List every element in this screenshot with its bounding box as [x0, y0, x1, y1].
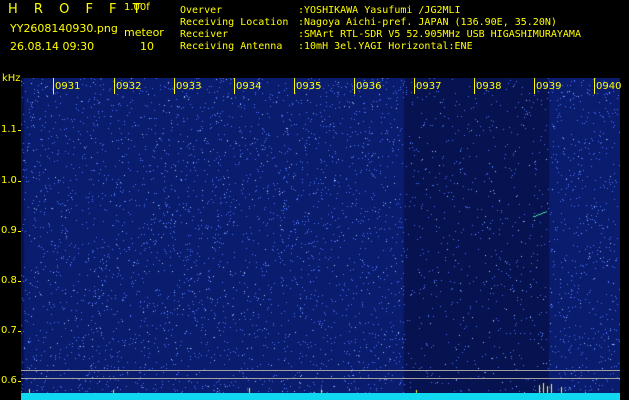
y-tick-label: 0.7	[1, 325, 17, 336]
image-filename: YY2608140930.png	[10, 22, 118, 35]
reference-line	[21, 378, 620, 379]
y-tick-label: 0.6	[1, 375, 17, 386]
capture-datetime: 26.08.14 09:30	[10, 40, 95, 53]
y-axis-unit: kHz	[2, 73, 21, 84]
time-tick-mark	[174, 78, 175, 94]
time-tick-mark	[294, 78, 295, 94]
time-label: 0940	[596, 81, 622, 92]
meteor-label: meteor	[124, 26, 164, 39]
time-label: 0939	[536, 81, 562, 92]
reference-line	[21, 370, 620, 371]
time-label: 0936	[356, 81, 382, 92]
time-tick-mark	[53, 78, 54, 94]
location-label: Receiving Location	[180, 17, 289, 28]
meteor-count: 10	[140, 40, 154, 53]
antenna-label: Receiving Antenna	[180, 41, 283, 52]
receiver-label: Receiver	[180, 29, 229, 40]
time-tick-mark	[114, 78, 115, 94]
time-label: 0932	[116, 81, 142, 92]
time-tick-mark	[594, 78, 595, 94]
time-label: 0937	[416, 81, 442, 92]
time-tick-mark	[354, 78, 355, 94]
spectrum-baseline	[21, 393, 620, 400]
time-label: 0934	[236, 81, 262, 92]
observer-value: :YOSHIKAWA Yasufumi /JG2MLI	[298, 5, 461, 16]
hrofft-screen: H R O F F T 1.00f YY2608140930.png meteo…	[0, 0, 629, 400]
y-tick-label: 0.8	[1, 275, 17, 286]
time-tick-mark	[414, 78, 415, 94]
antenna-value: :10mH 3el.YAGI Horizontal:ENE	[298, 41, 473, 52]
time-label: 0933	[176, 81, 202, 92]
spectrogram-canvas	[21, 78, 620, 400]
y-tick-label: 1.0	[1, 175, 17, 186]
location-value: :Nagoya Aichi-pref. JAPAN (136.90E, 35.2…	[298, 17, 557, 28]
time-tick-mark	[474, 78, 475, 94]
observer-label: Overver	[180, 5, 223, 16]
spectrogram-plot	[21, 78, 620, 400]
y-tick-label: 1.1	[1, 124, 17, 135]
time-tick-mark	[534, 78, 535, 94]
receiver-value: :SMArt RTL-SDR V5 52.905MHz USB HIGASHIM…	[298, 29, 581, 40]
time-tick-mark	[234, 78, 235, 94]
app-version: 1.00f	[124, 2, 150, 13]
y-tick-label: 0.9	[1, 225, 17, 236]
time-label: 0935	[296, 81, 322, 92]
time-label: 0931	[55, 81, 81, 92]
time-label: 0938	[476, 81, 502, 92]
